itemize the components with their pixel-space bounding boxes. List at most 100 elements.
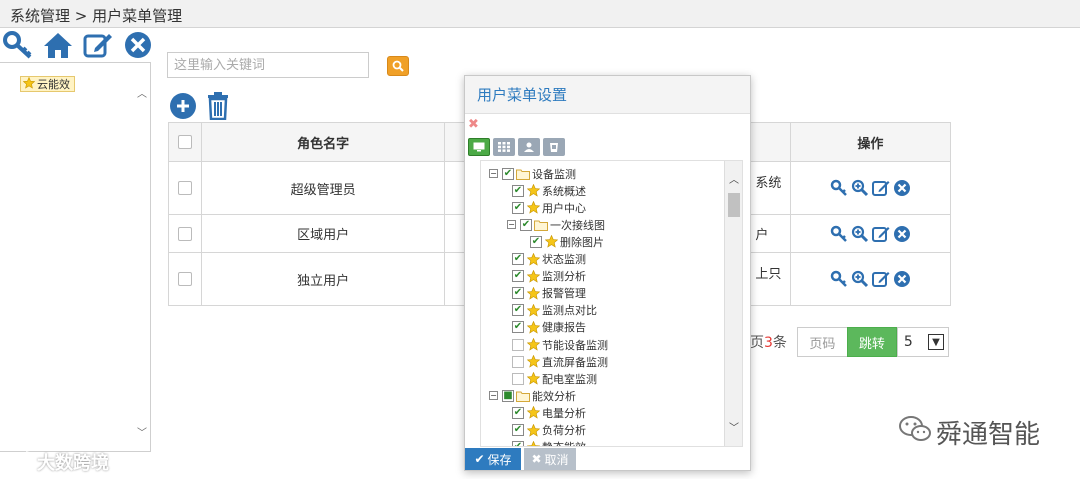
search-input[interactable] [167,52,369,78]
tab-desktop[interactable] [468,138,490,156]
scrollbar-thumb[interactable] [728,193,740,217]
node-checkbox[interactable] [512,372,524,385]
row-ops [791,270,950,288]
tab-user[interactable] [518,138,540,156]
tree-node[interactable]: ✔ 系统概述 [512,182,586,199]
node-checkbox[interactable]: ✔ [512,201,524,214]
zoom-in-icon[interactable] [851,225,869,243]
role-name-cell: 区域用户 [201,214,446,253]
tree-node[interactable]: ✔ 状态监测 [512,251,586,268]
close-icon[interactable] [893,270,911,288]
delete-button[interactable] [205,92,231,120]
node-checkbox[interactable]: ✔ [512,287,524,300]
star-icon [526,252,540,266]
tree-root-node[interactable]: 云能效 [20,76,75,92]
node-checkbox[interactable]: ■ [502,389,514,402]
monitor-icon [473,142,485,152]
tree-node[interactable]: ✔ 删除图片 [530,233,604,250]
row-checkbox[interactable] [178,226,193,241]
page-number-input[interactable]: 页码 [796,327,847,357]
node-checkbox[interactable] [512,355,524,368]
node-checkbox[interactable]: ✔ [512,424,524,436]
edit-icon[interactable] [871,179,890,197]
star-icon [22,76,36,92]
key-icon[interactable] [2,30,34,60]
check-icon: ✔ [474,452,485,466]
chevron-down-icon[interactable]: ﹀ [137,424,147,439]
tree-node[interactable]: ✔ 监测分析 [512,268,586,285]
collapse-icon[interactable]: − [489,169,498,178]
zoom-in-icon[interactable] [851,270,869,288]
tree-scrollbar[interactable]: ︿ ﹀ [724,161,742,446]
close-icon[interactable] [893,179,911,197]
header-role-name: 角色名字 [201,122,446,162]
star-icon [526,423,540,437]
add-button[interactable] [170,93,196,119]
collapse-icon[interactable]: − [489,391,498,401]
tree-node[interactable]: 直流屏备监测 [512,353,608,370]
dialog-footer: ✔ 保存 ✖ 取消 [465,448,576,470]
node-checkbox[interactable]: ✔ [512,406,524,419]
key-icon[interactable] [830,225,848,243]
tree-node-label: 能效分析 [532,389,576,403]
node-checkbox[interactable] [512,338,524,351]
node-checkbox[interactable]: ✔ [512,253,524,265]
select-all-checkbox[interactable] [178,135,193,149]
node-checkbox[interactable]: ✔ [530,235,542,248]
tree-node[interactable]: − ✔ 设备监测 [489,165,576,182]
zoom-in-icon[interactable] [851,179,869,197]
save-button[interactable]: ✔ 保存 [465,448,521,470]
tree-root-label: 云能效 [37,78,70,91]
watermark-right: 舜通智能 [898,414,1040,451]
tree-node[interactable]: ✔ 负荷分析 [512,422,586,439]
edit-icon[interactable] [871,225,890,243]
search-button[interactable] [387,56,409,76]
node-checkbox[interactable]: ✔ [512,304,524,317]
plus-icon [177,100,189,112]
tree-node-label: 节能设备监测 [542,338,608,352]
tree-node[interactable]: ✔ 静态能效 [512,439,586,446]
node-checkbox[interactable]: ✔ [502,167,514,180]
tree-node[interactable]: ✔ 报警管理 [512,285,586,302]
node-checkbox[interactable]: ✔ [512,184,524,197]
row-checkbox[interactable] [178,181,193,195]
search-icon [392,60,404,72]
tree-node[interactable]: ✔ 电量分析 [512,404,586,421]
folder-icon [516,389,530,403]
row-ops [791,179,950,197]
collapse-icon[interactable]: − [507,220,516,230]
key-icon[interactable] [830,270,848,288]
edit-icon[interactable] [82,30,114,60]
home-icon[interactable] [42,30,74,60]
page-size-select[interactable]: 5 ▼ [896,327,949,357]
tree-node[interactable]: ✔ 用户中心 [512,199,586,216]
tree-node[interactable]: − ■ 能效分析 [489,387,576,404]
chevron-down-icon[interactable]: ﹀ [729,419,739,434]
row-checkbox[interactable] [178,272,193,286]
node-checkbox[interactable]: ✔ [512,321,524,334]
jump-button[interactable]: 跳转 [846,327,897,357]
node-checkbox[interactable]: ✔ [512,270,524,283]
role-name-cell: 独立用户 [201,252,446,306]
edit-icon[interactable] [871,270,890,288]
tree-node[interactable]: ✔ 健康报告 [512,319,586,336]
tab-grid[interactable] [493,138,515,156]
star-icon [526,320,540,334]
tree-node[interactable]: ✔ 监测点对比 [512,302,597,319]
pager: 页3条 页码 跳转 5 ▼ [740,327,949,357]
node-checkbox[interactable]: ✔ [520,218,532,231]
chevron-up-icon[interactable]: ︿ [729,171,739,186]
close-icon[interactable] [122,30,154,60]
header-ops: 操作 [789,122,952,162]
tab-bin[interactable] [543,138,565,156]
node-checkbox[interactable]: ✔ [512,441,524,446]
cancel-button[interactable]: ✖ 取消 [524,448,576,470]
watermark-left: 大数跨境 [8,449,109,475]
key-icon[interactable] [830,179,848,197]
tree-node[interactable]: 节能设备监测 [512,336,608,353]
close-icon[interactable]: ✖ [468,117,479,132]
tree-node[interactable]: − ✔ 一次接线图 [507,216,605,233]
chevron-up-icon[interactable]: ︿ [137,85,147,100]
tree-node[interactable]: 配电室监测 [512,370,597,387]
close-icon[interactable] [893,225,911,243]
